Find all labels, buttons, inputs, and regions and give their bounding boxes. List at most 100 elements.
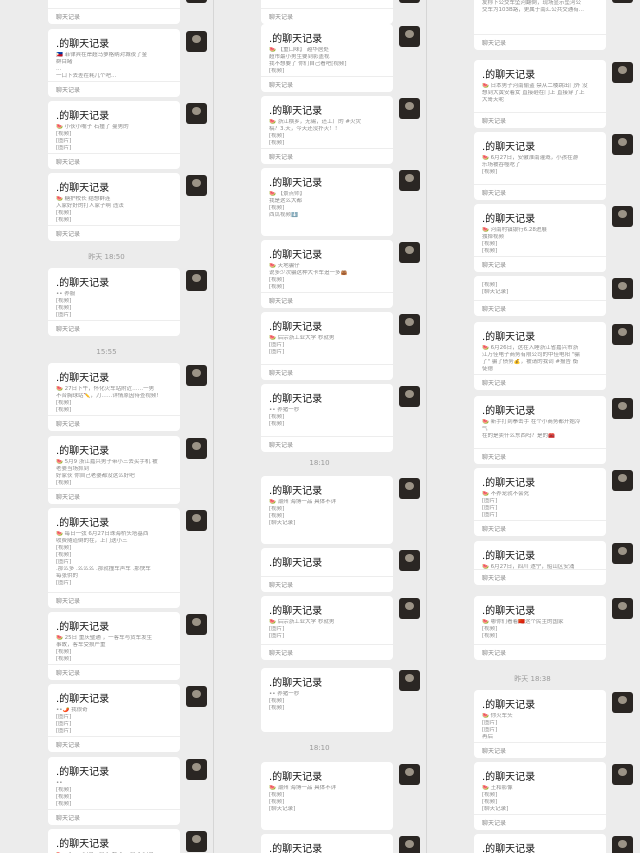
chat-record-card[interactable]: .的聊天记录 •• [视频] [视频] [视频] 聊天记录 — [48, 757, 180, 825]
chat-record-card[interactable]: .的聊天记录 🇵🇭 菲律宾在岸超马萝格纳对城夜了金 群目睹... 一口下去差在耗几个吧… — [48, 29, 180, 97]
preview-line: 大哥天呢 — [482, 97, 505, 103]
chat-record-card[interactable]: .的聊天记录 🍉 后宗浙工业大学 秒就男 [图片] [图片] 聊天记录 — [261, 312, 393, 380]
chat-record-card[interactable]: .的聊天记录 🍉 6月26日，这在入睡浙江省嘉兴市浙 江万佳电子商务有限公司的中佳电… — [474, 322, 606, 390]
chat-record-card[interactable]: .的聊天记录 — [261, 834, 393, 853]
avatar[interactable] — [399, 314, 420, 335]
avatar[interactable] — [399, 670, 420, 691]
chat-record-card[interactable]: .的聊天记录 🍉 哪你们看着🇨🇳这个民主的国家 [视频] [视频] 聊天记录 — [474, 596, 606, 660]
avatar[interactable] — [186, 175, 207, 196]
chat-record-card[interactable]: .的聊天记录 🍉 27日下午，怀化火车站附近……一男 不合胸球站✏️，刀……详情原因… — [48, 363, 180, 431]
chat-record-card[interactable]: .的聊天记录 🍉 河南村镇银行6.28进展 独掉视频 [视频] [视频] 聊天记录 — [474, 204, 606, 272]
card-divider — [261, 8, 393, 9]
chat-record-preview: 🍉 小伙小嘴子 石撞了 曼男的 [视频] [图片] [图片] — [48, 124, 180, 152]
chat-record-card[interactable]: .的聊天记录 🍉 6月27日，四川 遂宁，船山区安涌 聊天记录 — [474, 541, 606, 585]
chat-record-card[interactable]: .的聊天记录 🍉 小伙小嘴子 石撞了 曼男的 [视频] [图片] [图片] 聊天记录 — [48, 101, 180, 169]
avatar[interactable] — [612, 398, 633, 419]
avatar[interactable] — [186, 759, 207, 780]
avatar[interactable] — [612, 470, 633, 491]
preview-line: 🍉 糖护校长 结想群连 — [56, 196, 111, 202]
chat-record-card[interactable]: .的聊天记录 🍉 天地骗仔 说多少次骗这种大卡车追一多👜 [视频] [视频] 聊天记录 — [261, 240, 393, 308]
preview-line: 群目睹 — [56, 59, 73, 65]
avatar[interactable] — [612, 836, 633, 853]
chat-record-card[interactable]: .的聊天记录 🍉 王和影像 [视频] [视频] [聊天记录] 聊天记录 — [474, 762, 606, 830]
chat-record-card[interactable]: .的聊天记录 •• 养服 [视频] [视频] [图片] 聊天记录 — [48, 268, 180, 336]
chat-record-title: .的聊天记录 — [56, 39, 110, 50]
avatar[interactable] — [612, 764, 633, 785]
avatar[interactable] — [399, 550, 420, 571]
chat-record-card[interactable]: .的聊天记录 🍉 日本男子河南偷盗 禁从二楼跳出门外 没想到大黄安着女 直接砸在门… — [474, 60, 606, 128]
avatar[interactable] — [186, 686, 207, 707]
chat-record-card[interactable]: .的聊天记录 🍉 潮州 海博一品 具体不详 [视频] [视频] [聊天记录] — [261, 762, 393, 830]
chat-record-card[interactable]: .的聊天记录 🍉 新手打到拳击手 在个小商务都开始冷气在的是卖什么东西吗？是的🧰 聊… — [474, 396, 606, 464]
chat-record-card[interactable]: .的聊天记录 🍉 6月27日，安徽淮南灌溉，小孩在游 乐场被吞噬吃了 [视频] 聊天记录 — [474, 132, 606, 200]
chat-record-label: 聊天记录 — [269, 650, 294, 657]
chat-record-card[interactable]: .的聊天记录 •• 养猪一秒 [视频] [视频] — [261, 668, 393, 732]
chat-record-card[interactable]: .的聊天记录 🍉 【景点师】 我是这么大都 [视频] 西瓜视频⬇️ — [261, 168, 393, 236]
avatar[interactable] — [399, 478, 420, 499]
card-divider — [48, 592, 180, 593]
avatar[interactable] — [399, 0, 420, 3]
preview-line: [图片] — [482, 727, 498, 733]
avatar[interactable] — [399, 242, 420, 263]
avatar[interactable] — [186, 614, 207, 635]
avatar[interactable] — [612, 62, 633, 83]
chat-record-card[interactable]: .的聊天记录 🍉 5月9 浙江嘉兴男子带小三去买手机 被老婆当场抓到 好家伙 你自己… — [48, 436, 180, 504]
avatar[interactable] — [612, 324, 633, 345]
avatar[interactable] — [399, 170, 420, 191]
avatar[interactable] — [612, 206, 633, 227]
avatar-image — [405, 768, 414, 776]
avatar[interactable] — [399, 98, 420, 119]
column-divider — [213, 0, 214, 853]
chat-record-preview: 🍉 5月9 浙江嘉兴男子带小三去买手机 被老婆当场抓到 好家伙 你自己老婆都没这么… — [48, 459, 180, 487]
chat-record-card[interactable]: 聊天记录 — [48, 0, 180, 24]
chat-record-card[interactable]: .的聊天记录 ••🌶️ 我很奇 [图片] [图片] [图片] 聊天记录 — [48, 684, 180, 752]
chat-record-card[interactable]: .的聊天记录 🍉 糖护校长 结想群连 入家好好的打人家子啊 违法 [视频] [视频] 聊天… — [48, 173, 180, 241]
avatar[interactable] — [399, 598, 420, 619]
avatar[interactable] — [186, 365, 207, 386]
avatar[interactable] — [612, 278, 633, 299]
avatar-image — [192, 179, 201, 187]
preview-line: 🍉 不养宠就不会死 — [482, 491, 530, 497]
avatar[interactable] — [186, 103, 207, 124]
avatar[interactable] — [186, 270, 207, 291]
preview-line: [视频] — [269, 506, 285, 512]
chat-record-card[interactable]: .的聊天记录 — [474, 834, 606, 853]
avatar[interactable] — [186, 31, 207, 52]
chat-record-card[interactable]: 🍉 6月28日，#上海 浦东新区南曲镇一#公交 车冲进隔离栏冲入河道内，有网友称… — [474, 0, 606, 50]
chat-record-card[interactable]: .的聊天记录 🍉 不养宠就不会死 [图片] [图片] [图片] 聊天记录 — [474, 468, 606, 536]
avatar[interactable] — [612, 598, 633, 619]
avatar[interactable] — [186, 438, 207, 459]
avatar[interactable] — [612, 543, 633, 564]
avatar[interactable] — [399, 386, 420, 407]
chat-record-title: .的聊天记录 — [56, 622, 110, 633]
chat-record-card[interactable]: 聊天记录 — [261, 0, 393, 24]
avatar[interactable] — [186, 510, 207, 531]
preview-line: [视频] — [56, 552, 72, 558]
chat-record-card[interactable]: .的聊天记录 •• 养猪一秒 [视频] [视频] 聊天记录 — [261, 384, 393, 452]
chat-record-card[interactable]: .的聊天记录 🍉 后宗浙工业大学 秒就男 [图片] [图片] 聊天记录 — [261, 596, 393, 660]
avatar[interactable] — [612, 692, 633, 713]
chat-record-card[interactable]: .的聊天记录🍉 .了，.. 记录 ..是不 在了 ，是了 记录 — [48, 829, 180, 853]
screenshot-column-2: 聊天记录 .的聊天记录 🍉 【重口味】 越华居处 超市最小男生要到影盖视 我不想要了 你… — [213, 0, 426, 853]
avatar[interactable] — [399, 836, 420, 853]
chat-record-label: 聊天记录 — [56, 742, 81, 749]
chat-record-card[interactable]: [视频] [聊天记录] 聊天记录 — [474, 276, 606, 316]
chat-record-card[interactable]: .的聊天记录 🍉 【重口味】 越华居处 超市最小男生要到影盖视 我不想要了 你们自己看… — [261, 24, 393, 92]
chat-record-card[interactable]: .的聊天记录 🍉 潮州 海博一品 具体不详 [视频] [视频] [聊天记录] — [261, 476, 393, 544]
chat-record-card[interactable]: .的聊天记录 🍉 每日一弦 6月27日珠海桥头塔基西 收费隧道倒的在，上门送小三 [视… — [48, 508, 180, 608]
avatar[interactable] — [612, 134, 633, 155]
chat-record-card[interactable]: .的聊天记录 🍉 25日 重庆璧通 ，一客车与货车发生 事故，客车受损严重 [视频][… — [48, 612, 180, 680]
chat-record-card[interactable]: .的聊天记录 聊天记录 — [261, 548, 393, 592]
avatar[interactable] — [612, 0, 633, 3]
avatar[interactable] — [399, 26, 420, 47]
avatar[interactable] — [399, 764, 420, 785]
avatar-image — [405, 390, 414, 398]
avatar[interactable] — [186, 0, 207, 3]
chat-record-title: .的聊天记录 — [56, 446, 110, 457]
avatar[interactable] — [186, 831, 207, 852]
avatar-image — [192, 618, 201, 626]
chat-record-card[interactable]: .的聊天记录 🍉 你火车头 [图片] [图片] 再后 聊天记录 — [474, 690, 606, 758]
chat-record-label: 聊天记录 — [482, 575, 507, 582]
chat-record-card[interactable]: .的聊天记录 🍉 浙江横乡，无锡，还工厂的 #火灾 稿？3.天，今天还没扑灭！！ [视… — [261, 96, 393, 164]
preview-line: [图片] — [56, 312, 72, 318]
